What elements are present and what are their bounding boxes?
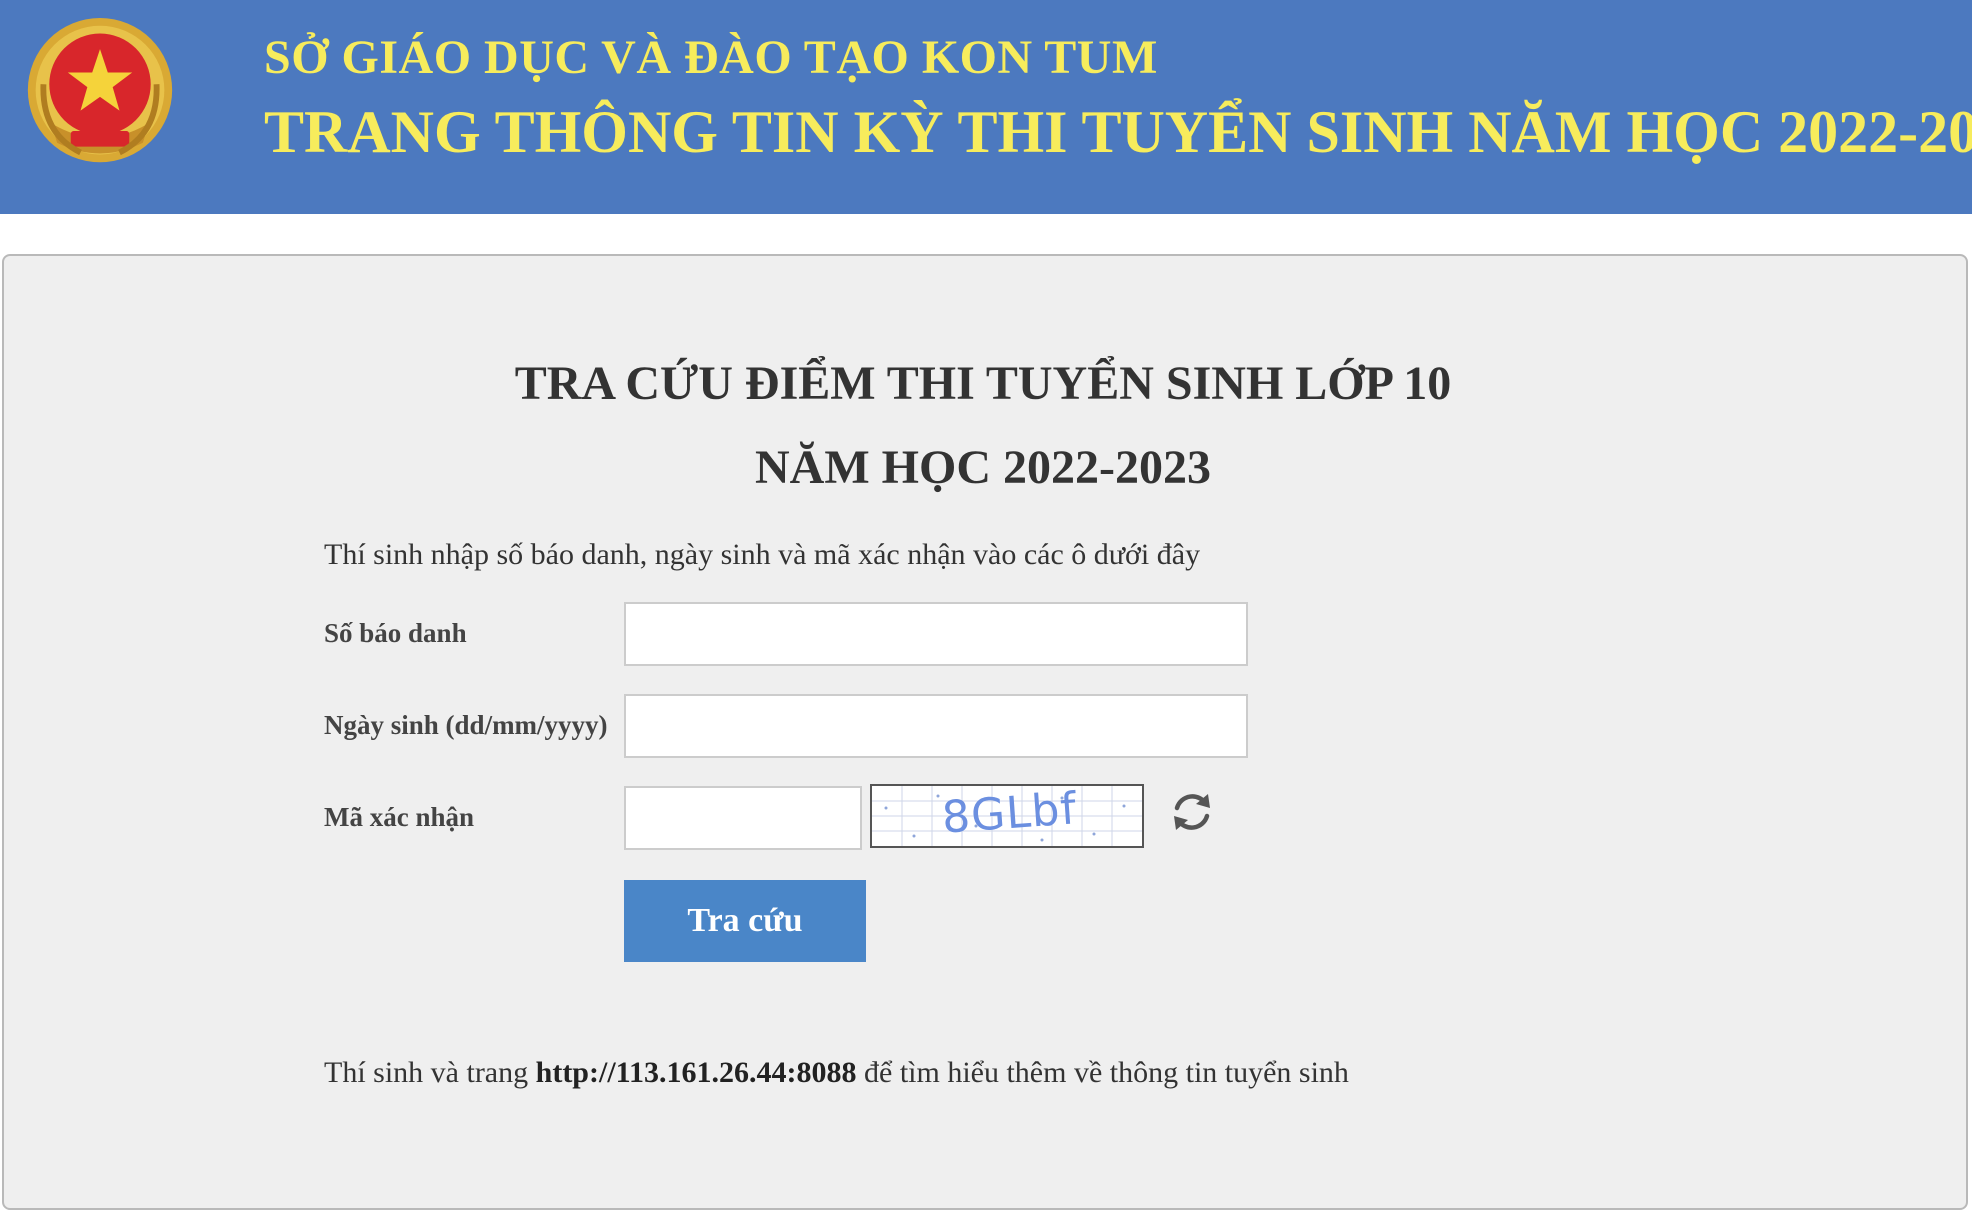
footer-suffix: để tìm hiểu thêm về thông tin tuyển sinh	[864, 1056, 1349, 1089]
captcha-input[interactable]	[624, 786, 862, 850]
captcha-text: 8GLbf	[940, 784, 1079, 844]
form-title: TRA CỨU ĐIỂM THI TUYỂN SINH LỚP 10	[514, 357, 1452, 410]
birth-date-input[interactable]	[624, 694, 1248, 758]
captcha-label: Mã xác nhận	[324, 802, 475, 832]
refresh-icon[interactable]	[1168, 788, 1216, 836]
footer-prefix: Thí sinh và trang	[324, 1056, 529, 1089]
lookup-button[interactable]: Tra cứu	[624, 880, 866, 962]
site-title: TRANG THÔNG TIN KỲ THI TUYỂN SINH NĂM HỌ…	[264, 99, 1972, 165]
footer-note: Thí sinh và trang http://113.161.26.44:8…	[324, 1056, 1349, 1090]
form-instructions: Thí sinh nhập số báo danh, ngày sinh và …	[324, 538, 1201, 571]
national-emblem-icon	[27, 17, 173, 163]
department-name: SỞ GIÁO DỤC VÀ ĐÀO TẠO KON TUM	[264, 31, 1158, 84]
candidate-number-label: Số báo danh	[324, 618, 467, 648]
birth-date-label: Ngày sinh (dd/mm/yyyy)	[324, 710, 608, 740]
info-site-link[interactable]: http://113.161.26.44:8088	[536, 1056, 857, 1089]
form-subtitle: NĂM HỌC 2022-2023	[755, 441, 1211, 494]
candidate-number-input[interactable]	[624, 602, 1248, 666]
captcha-image: 8GLbf	[870, 784, 1144, 848]
site-header: SỞ GIÁO DỤC VÀ ĐÀO TẠO KON TUM TRANG THÔ…	[0, 0, 1972, 214]
